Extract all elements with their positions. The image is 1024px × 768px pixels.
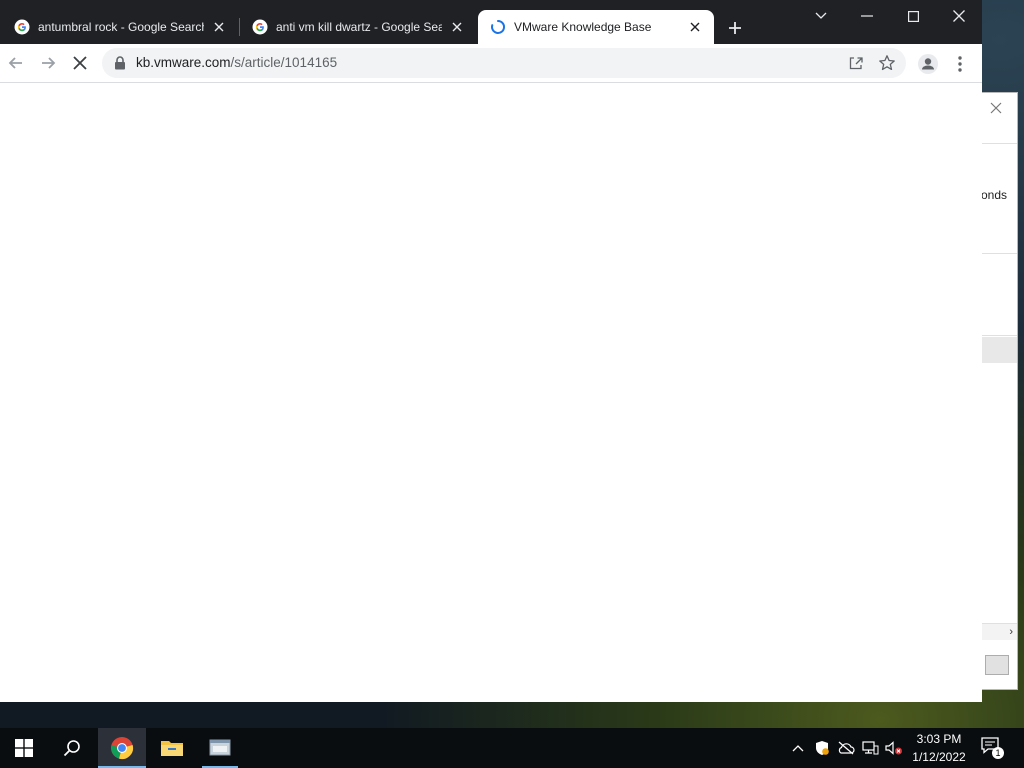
background-window-text: onds — [981, 188, 1008, 202]
taskbar-file-explorer-button[interactable] — [148, 728, 196, 768]
url-host: kb.vmware.com — [136, 55, 231, 70]
background-window-close-icon[interactable] — [985, 97, 1007, 119]
plus-icon — [729, 22, 741, 34]
browser-window: antumbral rock - Google Search anti vm k… — [0, 0, 982, 702]
minimize-icon — [861, 15, 873, 17]
windows-logo-icon — [15, 739, 33, 757]
loading-spinner-icon — [490, 19, 506, 35]
forward-button[interactable] — [34, 49, 62, 77]
tab-anti-vm-kill-dwartz[interactable]: anti vm kill dwartz - Google Search — [240, 10, 476, 44]
tab-title: antumbral rock - Google Search — [38, 20, 204, 34]
chrome-icon — [111, 737, 134, 760]
folder-icon — [161, 741, 183, 756]
url-text[interactable]: kb.vmware.com/s/article/1014165 — [136, 48, 337, 78]
kebab-menu-icon — [958, 56, 962, 72]
tab-strip: antumbral rock - Google Search anti vm k… — [0, 0, 982, 44]
chevron-right-icon[interactable]: › — [1009, 626, 1013, 638]
system-clock[interactable]: 3:03 PM 1/12/2022 — [906, 730, 972, 766]
chevron-up-icon[interactable] — [788, 738, 808, 758]
close-icon[interactable] — [686, 18, 704, 36]
maximize-icon — [907, 10, 919, 22]
action-center-button[interactable]: 1 — [980, 736, 1006, 760]
close-icon[interactable] — [448, 18, 466, 36]
tab-antumbral-rock[interactable]: antumbral rock - Google Search — [2, 10, 238, 44]
window-close-button[interactable] — [936, 0, 982, 32]
arrow-left-icon — [8, 57, 22, 69]
more-menu-button[interactable] — [950, 52, 970, 76]
background-window-button[interactable] — [985, 655, 1009, 675]
tab-title: VMware Knowledge Base — [514, 20, 652, 34]
profile-avatar-icon[interactable] — [916, 52, 940, 76]
taskbar-search-button[interactable] — [48, 728, 96, 768]
url-path: /s/article/1014165 — [230, 55, 338, 70]
tab-search-button[interactable] — [798, 0, 844, 32]
volume-muted-icon[interactable] — [884, 738, 904, 758]
stop-loading-button[interactable] — [66, 49, 94, 77]
notification-count-badge: 1 — [992, 747, 1004, 759]
share-icon[interactable] — [848, 55, 864, 71]
lock-icon — [115, 56, 125, 70]
taskbar: 3:03 PM 1/12/2022 1 — [0, 728, 1024, 768]
maximize-button[interactable] — [890, 0, 936, 32]
close-icon — [73, 56, 87, 70]
clock-date: 1/12/2022 — [912, 750, 966, 764]
page-content-area[interactable] — [0, 83, 982, 702]
tab-title: anti vm kill dwartz - Google Search — [276, 20, 442, 34]
back-button[interactable] — [2, 49, 30, 77]
clock-time: 3:03 PM — [916, 732, 962, 746]
start-button[interactable] — [0, 728, 48, 768]
browser-toolbar: kb.vmware.com/s/article/1014165 — [0, 44, 982, 83]
google-icon — [252, 19, 268, 35]
app-window-icon — [209, 739, 231, 756]
network-icon[interactable] — [860, 738, 880, 758]
security-shield-icon[interactable] — [812, 738, 832, 758]
tab-vmware-knowledge-base[interactable]: VMware Knowledge Base — [478, 10, 714, 44]
google-icon — [14, 19, 30, 35]
cloud-offline-icon[interactable] — [836, 738, 856, 758]
search-icon — [63, 740, 80, 757]
chevron-down-icon — [815, 12, 827, 19]
arrow-right-icon — [42, 57, 56, 69]
taskbar-app-button[interactable] — [196, 728, 244, 768]
close-icon[interactable] — [210, 18, 228, 36]
new-tab-button[interactable] — [724, 17, 746, 39]
minimize-button[interactable] — [844, 0, 890, 32]
address-bar[interactable]: kb.vmware.com/s/article/1014165 — [102, 48, 906, 78]
star-icon[interactable] — [878, 54, 896, 72]
taskbar-chrome-button[interactable] — [98, 728, 146, 768]
close-icon — [953, 10, 965, 22]
